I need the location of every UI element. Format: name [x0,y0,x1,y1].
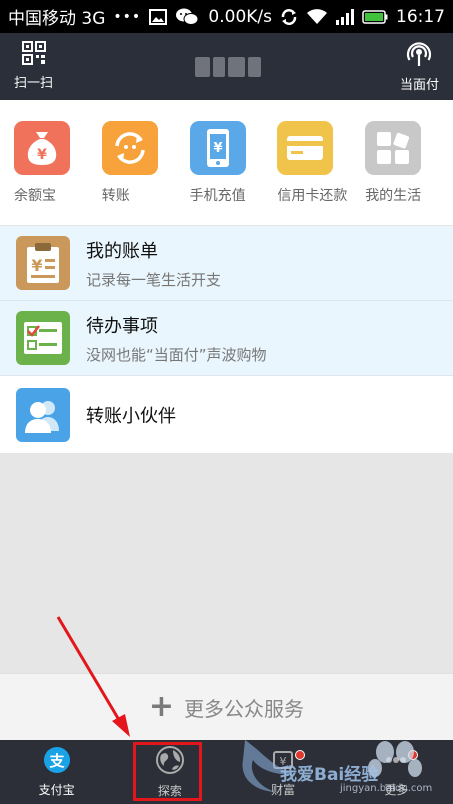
more-services-label: 更多公众服务 [184,696,305,721]
carrier-text: 中国移动 3G [8,9,106,29]
network-speed: 0.00K/s [208,6,272,27]
notification-dots: ••• [113,8,142,25]
image-icon [149,8,168,25]
list-item-title: 转账小伙伴 [86,405,176,427]
app-label: 信用卡还款 [277,188,348,204]
svg-text:支: 支 [48,752,65,770]
nav-label: 支付宝 [38,783,75,797]
list-item-subtitle: 记录每一笔生活开支 [86,270,222,289]
todo-icon [16,311,70,365]
plus-icon: + [148,689,175,724]
wifi-icon [306,8,328,25]
battery-icon [362,9,388,24]
nav-tab-explore[interactable]: 探索 [113,740,226,804]
list-item-subtitle: 没网也能“当面付”声波购物 [86,345,267,364]
phone-recharge-icon: ¥ [189,121,246,175]
qr-scan-icon [21,41,46,69]
app-label: 转账 [101,188,130,204]
list-item-transfer-contacts[interactable]: 转账小伙伴 [0,376,453,453]
bottom-nav: 支 支付宝 探索 ¥ 财富 更多 [0,740,453,804]
more-public-services-button[interactable]: + 更多公众服务 [0,673,453,740]
nav-label: 探索 [157,784,182,798]
nav-tab-alipay[interactable]: 支 支付宝 [0,740,113,804]
notification-dot [294,750,305,760]
watermark-text: 我爱Bai经验 [280,765,379,785]
pay-label: 当面付 [399,78,439,93]
app-header: 扫一扫 当面付 [0,33,453,100]
app-my-life[interactable]: 我的生活 [365,100,453,225]
list-item-todo[interactable]: 待办事项 没网也能“当面付”声波购物 [0,301,453,376]
wechat-icon [175,7,199,27]
face-to-face-pay-button[interactable]: 当面付 [400,41,439,93]
money-bag-icon: ¥ [14,121,70,175]
status-bar: 中国移动 3G ••• 0.00K/s 16:17 [0,0,453,33]
alipay-icon: 支 [43,746,71,777]
list-item-bill[interactable]: ¥ 我的账单 记录每一笔生活开支 [0,226,453,301]
account-name-blurred [195,57,261,77]
svg-text:¥: ¥ [213,141,222,156]
clock: 16:17 [396,6,445,27]
contacts-icon [16,387,70,442]
svg-text:¥: ¥ [31,256,42,275]
app-phone-recharge[interactable]: ¥ 手机充值 [189,100,278,225]
sound-wave-pay-icon [406,41,432,71]
explore-icon [155,745,185,778]
signal-icon [336,8,354,25]
watermark-url: jingyan.baidu.com [340,783,433,794]
list-item-title: 我的账单 [86,240,158,262]
sync-icon [280,8,298,26]
app-label: 我的生活 [365,188,422,204]
notification-dot [407,750,418,760]
credit-card-icon [277,121,334,175]
app-grid: ¥ 余额宝 转账 ¥ 手机充值 信用卡还款 我的生活 [0,100,453,225]
bill-icon: ¥ [16,236,70,290]
app-label: 手机充值 [189,188,246,204]
my-life-icon [365,121,422,175]
app-yuebao[interactable]: ¥ 余额宝 [14,100,102,225]
app-transfer[interactable]: 转账 [101,100,190,225]
list-item-title: 待办事项 [86,315,158,337]
more-icon [382,746,410,777]
svg-text:¥: ¥ [37,147,47,163]
transfer-icon [101,121,158,175]
app-credit-card[interactable]: 信用卡还款 [277,100,365,225]
scan-label: 扫一扫 [14,76,54,91]
app-label: 余额宝 [14,188,56,204]
scan-button[interactable]: 扫一扫 [14,41,53,91]
